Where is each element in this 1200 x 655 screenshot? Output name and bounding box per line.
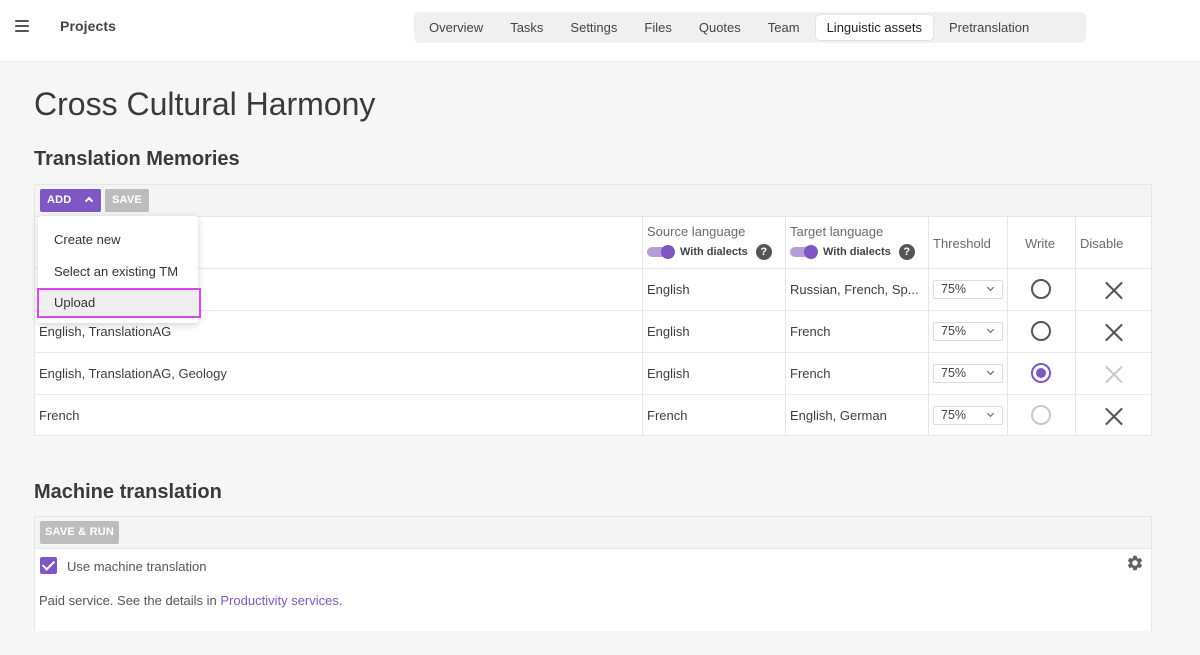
menu-item-upload[interactable]: Upload: [37, 288, 201, 318]
add-button[interactable]: ADD: [40, 189, 101, 212]
write-radio[interactable]: [1031, 279, 1051, 299]
save-and-run-button[interactable]: SAVE & RUN: [40, 521, 119, 544]
target-language-cell: Russian, French, Sp...: [790, 282, 919, 297]
chevron-up-icon: [84, 196, 94, 206]
threshold-select[interactable]: 75%: [933, 280, 1003, 299]
chevron-down-icon: [986, 283, 995, 292]
add-dropdown-menu: Create new Select an existing TM Upload: [37, 216, 201, 323]
target-dialects-label: With dialects: [823, 246, 891, 258]
mt-section-title: Machine translation: [34, 481, 222, 503]
paid-service-note: Paid service. See the details in Product…: [39, 593, 343, 608]
source-language-label: Source language: [647, 224, 746, 239]
hamburger-icon[interactable]: [15, 20, 29, 32]
chevron-down-icon: [986, 325, 995, 334]
top-bar: Projects Overview Tasks Settings Files Q…: [0, 0, 1200, 62]
threshold-value: 75%: [941, 408, 967, 422]
target-dialects-toggle-group: With dialects ?: [790, 244, 915, 260]
save-button[interactable]: SAVE: [105, 189, 149, 212]
write-header: Write: [1008, 217, 1076, 269]
tab-overview[interactable]: Overview: [418, 15, 494, 40]
source-language-cell: English: [647, 324, 690, 339]
chevron-down-icon: [986, 367, 995, 376]
tm-name: English, TranslationAG, Geology: [39, 366, 227, 381]
target-language-header: Target language With dialects ?: [786, 217, 929, 269]
target-language-cell: English, German: [790, 408, 887, 423]
mt-toolbar: SAVE & RUN: [35, 517, 1151, 549]
source-dialects-toggle[interactable]: [647, 245, 675, 259]
disable-label: Disable: [1080, 236, 1124, 251]
tab-team[interactable]: Team: [757, 15, 811, 40]
threshold-value: 75%: [941, 282, 967, 296]
tm-section-title: Translation Memories: [34, 148, 240, 170]
threshold-header: Threshold: [929, 217, 1008, 269]
write-radio[interactable]: [1031, 321, 1051, 341]
tab-settings[interactable]: Settings: [559, 15, 628, 40]
write-radio-disabled: [1031, 405, 1051, 425]
page-title: Cross Cultural Harmony: [34, 86, 376, 122]
tab-tasks[interactable]: Tasks: [499, 15, 554, 40]
source-language-cell: English: [647, 282, 690, 297]
source-dialects-label: With dialects: [680, 246, 748, 258]
paid-service-end: .: [338, 593, 343, 608]
use-mt-checkbox[interactable]: [40, 557, 57, 574]
source-dialects-toggle-group: With dialects ?: [647, 244, 772, 260]
tab-bar: Overview Tasks Settings Files Quotes Tea…: [414, 12, 1086, 43]
menu-item-create-new[interactable]: Create new: [38, 225, 198, 255]
target-language-cell: French: [790, 324, 831, 339]
table-row[interactable]: French French English, German 75%: [35, 395, 1151, 436]
add-button-label: ADD: [47, 194, 72, 206]
tm-table: ADD SAVE Source language With dialects ?…: [34, 184, 1152, 436]
close-icon[interactable]: [1104, 406, 1124, 426]
source-language-cell: English: [647, 366, 690, 381]
target-language-label: Target language: [790, 224, 884, 239]
tm-toolbar: ADD SAVE: [35, 185, 1151, 217]
gear-icon[interactable]: [1126, 554, 1144, 572]
tab-linguistic-assets[interactable]: Linguistic assets: [815, 15, 933, 40]
source-language-cell: French: [647, 408, 688, 423]
tab-quotes[interactable]: Quotes: [688, 15, 752, 40]
table-row[interactable]: English, TranslationAG English French 75…: [35, 311, 1151, 353]
help-icon[interactable]: ?: [898, 244, 915, 260]
table-row[interactable]: English, TranslationAG, Geology English …: [35, 353, 1151, 395]
menu-item-select-existing-tm[interactable]: Select an existing TM: [38, 257, 198, 287]
threshold-select[interactable]: 75%: [933, 406, 1003, 425]
use-mt-label: Use machine translation: [67, 559, 207, 574]
threshold-select[interactable]: 75%: [933, 364, 1003, 383]
target-language-cell: French: [790, 366, 831, 381]
threshold-label: Threshold: [933, 236, 991, 251]
paid-service-text: Paid service. See the details in: [39, 593, 221, 608]
write-radio-checked[interactable]: [1031, 363, 1051, 383]
tm-name: English, TranslationAG: [39, 324, 172, 339]
close-icon[interactable]: [1104, 280, 1124, 300]
write-label: Write: [1025, 236, 1056, 251]
app-title: Projects: [60, 18, 117, 34]
help-icon[interactable]: ?: [755, 244, 772, 260]
close-icon[interactable]: [1104, 322, 1124, 342]
productivity-services-link[interactable]: Productivity services: [220, 593, 338, 608]
chevron-down-icon: [986, 409, 995, 418]
tab-pretranslation[interactable]: Pretranslation: [938, 15, 1040, 40]
threshold-value: 75%: [941, 324, 967, 338]
tab-files[interactable]: Files: [633, 15, 682, 40]
tm-name: French: [39, 408, 80, 423]
table-row[interactable]: English Russian, French, Sp... 75%: [35, 269, 1151, 311]
threshold-select[interactable]: 75%: [933, 322, 1003, 341]
mt-panel: SAVE & RUN Use machine translation Paid …: [34, 516, 1152, 631]
source-language-header: Source language With dialects ?: [643, 217, 786, 269]
threshold-value: 75%: [941, 366, 967, 380]
disable-header: Disable: [1076, 217, 1151, 269]
close-icon[interactable]: [1104, 364, 1124, 384]
target-dialects-toggle[interactable]: [790, 245, 818, 259]
